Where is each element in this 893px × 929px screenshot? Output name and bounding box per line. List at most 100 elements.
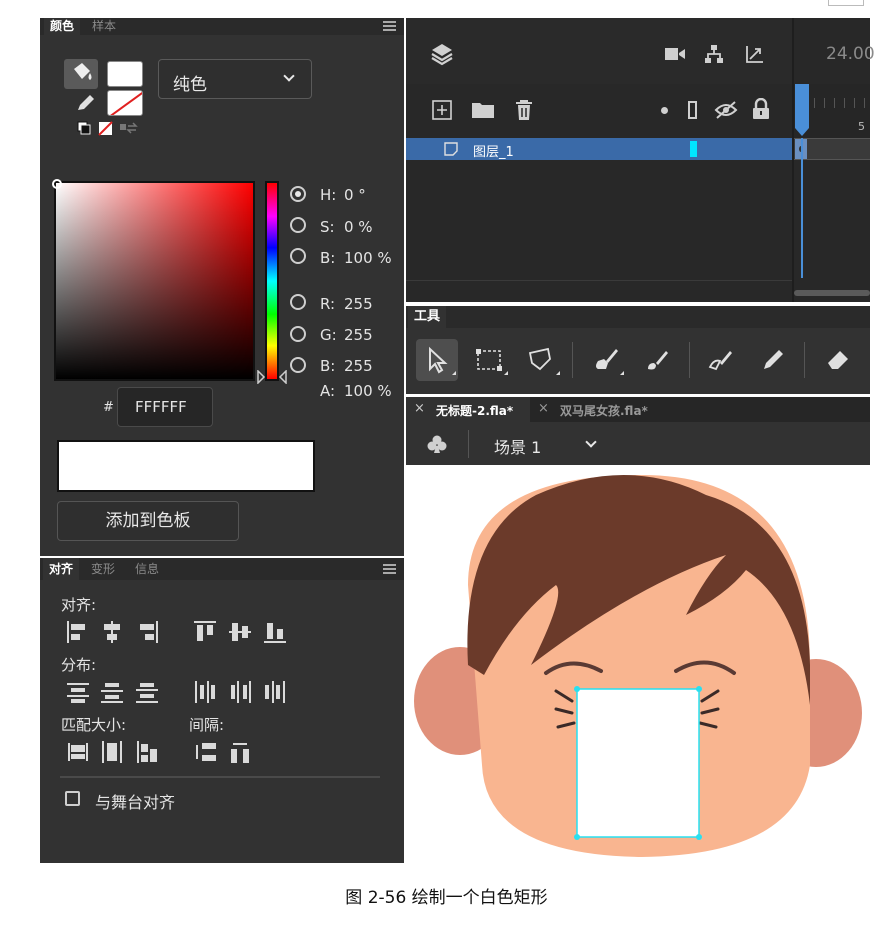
layers-icon[interactable] — [430, 42, 454, 66]
color-swap-icons[interactable] — [76, 120, 138, 136]
hue-radio[interactable] — [290, 186, 306, 202]
saturation-brightness-picker[interactable] — [52, 179, 255, 381]
red-label: R: — [320, 295, 336, 313]
brush-tool-button[interactable] — [636, 339, 678, 381]
align-to-stage-label: 与舞台对齐 — [95, 793, 176, 812]
close-icon[interactable]: × — [414, 401, 425, 416]
selection-tool-button[interactable] — [416, 339, 458, 381]
distribute-bottom-icon[interactable] — [136, 681, 158, 703]
brush-icon — [648, 351, 668, 370]
red-value[interactable]: 255 — [344, 295, 373, 313]
scene-name[interactable]: 场景 1 — [494, 434, 541, 458]
distribute-top-icon[interactable] — [67, 681, 89, 703]
align-right-icon[interactable] — [136, 621, 158, 643]
tab-align[interactable]: 对齐 — [43, 558, 80, 580]
brightness-value[interactable]: 100 % — [344, 249, 392, 267]
space-vertical-icon[interactable] — [194, 741, 216, 763]
fill-color-button[interactable] — [64, 59, 98, 89]
hex-prefix: # — [103, 400, 114, 415]
lock-icon[interactable] — [752, 98, 770, 120]
brightness-label: B: — [320, 249, 336, 267]
distribute-horizontal-center-icon[interactable] — [229, 681, 251, 703]
red-radio[interactable] — [290, 294, 306, 310]
selection-handle[interactable] — [574, 834, 580, 840]
stage-canvas[interactable] — [406, 465, 870, 863]
doc-tab-active[interactable]: × 无标题-2.fla* — [406, 397, 530, 422]
tab-color[interactable]: 颜色 — [44, 18, 81, 35]
distribute-right-icon[interactable] — [264, 681, 286, 703]
green-radio[interactable] — [290, 326, 306, 342]
panel-menu-icon[interactable] — [383, 564, 396, 574]
tab-swatches[interactable]: 样本 — [86, 18, 122, 35]
align-to-stage-checkbox[interactable] — [65, 791, 80, 806]
match-width-icon[interactable] — [67, 741, 89, 763]
doc-tab-inactive[interactable]: × 双马尾女孩.fla* — [530, 397, 670, 422]
pencil-tool-button[interactable] — [752, 339, 794, 381]
blue-value[interactable]: 255 — [344, 357, 373, 375]
hue-slider[interactable] — [265, 181, 279, 381]
timeline-scrollbar[interactable] — [794, 290, 870, 296]
green-label: G: — [320, 326, 337, 344]
panel-menu-icon[interactable] — [383, 21, 396, 31]
graph-icon[interactable] — [745, 44, 765, 64]
selection-handle[interactable] — [696, 834, 702, 840]
add-to-swatches-button[interactable]: 添加到色板 — [57, 501, 239, 541]
tab-transform[interactable]: 变形 — [85, 558, 121, 580]
layer-frames[interactable] — [794, 138, 870, 160]
eraser-icon — [828, 351, 848, 369]
fill-type-dropdown[interactable]: 纯色 — [158, 59, 312, 99]
hex-input[interactable]: FFFFFF — [117, 387, 213, 427]
selection-handle[interactable] — [574, 686, 580, 692]
distribute-vertical-center-icon[interactable] — [101, 681, 123, 703]
new-layer-icon[interactable] — [432, 100, 452, 120]
layer-outline-color-swatch[interactable] — [690, 141, 697, 157]
close-icon[interactable]: × — [538, 401, 549, 416]
layer-row[interactable]: 图层_1 — [406, 138, 792, 160]
color-picker-cursor[interactable] — [52, 179, 62, 189]
white-rectangle[interactable] — [576, 688, 700, 838]
match-width-height-icon[interactable] — [136, 741, 158, 763]
delete-trash-icon[interactable] — [514, 99, 534, 121]
paint-brush-tool-button[interactable] — [584, 339, 626, 381]
hue-value[interactable]: 0 ° — [344, 186, 366, 204]
camera-icon[interactable] — [664, 46, 686, 62]
align-horizontal-center-icon[interactable] — [101, 621, 123, 643]
pencil-stroke-icon[interactable] — [74, 92, 98, 114]
outline-toggle-icon[interactable] — [688, 101, 697, 119]
chevron-down-icon[interactable] — [585, 436, 597, 448]
align-bottom-icon[interactable] — [264, 621, 286, 643]
playhead-marker[interactable] — [794, 84, 810, 138]
align-vertical-center-icon[interactable] — [229, 621, 251, 643]
scene-clubs-icon[interactable] — [426, 434, 448, 454]
space-horizontal-icon[interactable] — [229, 741, 251, 763]
stroke-color-swatch[interactable] — [107, 90, 143, 116]
layer-name[interactable]: 图层_1 — [473, 141, 514, 160]
distribute-left-icon[interactable] — [194, 681, 216, 703]
new-folder-icon[interactable] — [471, 101, 495, 119]
saturation-value[interactable]: 0 % — [344, 218, 373, 236]
saturation-radio[interactable] — [290, 217, 306, 233]
green-value[interactable]: 255 — [344, 326, 373, 344]
fluid-brush-tool-button[interactable] — [700, 339, 742, 381]
free-transform-tool-button[interactable] — [468, 339, 510, 381]
selection-handle[interactable] — [696, 686, 702, 692]
tab-info[interactable]: 信息 — [129, 558, 165, 580]
match-height-icon[interactable] — [101, 741, 123, 763]
fill-color-swatch[interactable] — [107, 61, 143, 87]
eraser-tool-button[interactable] — [818, 339, 860, 381]
align-left-icon[interactable] — [67, 621, 89, 643]
hue-slider-handle-icon[interactable] — [256, 370, 290, 384]
highlight-dot-icon[interactable] — [661, 107, 668, 114]
align-top-icon[interactable] — [194, 621, 216, 643]
brightness-radio[interactable] — [290, 248, 306, 264]
layer-parenting-icon[interactable] — [704, 44, 724, 64]
lasso-tool-button[interactable] — [520, 339, 562, 381]
alpha-value[interactable]: 100 % — [344, 382, 392, 400]
distribute-section-label: 分布: — [61, 656, 97, 674]
align-divider — [60, 776, 380, 778]
fps-value[interactable]: 24.00 — [826, 44, 875, 64]
visibility-hidden-icon[interactable] — [714, 100, 738, 120]
tools-separator — [572, 342, 573, 378]
blue-radio[interactable] — [290, 357, 306, 373]
tools-panel-title[interactable]: 工具 — [408, 306, 447, 328]
